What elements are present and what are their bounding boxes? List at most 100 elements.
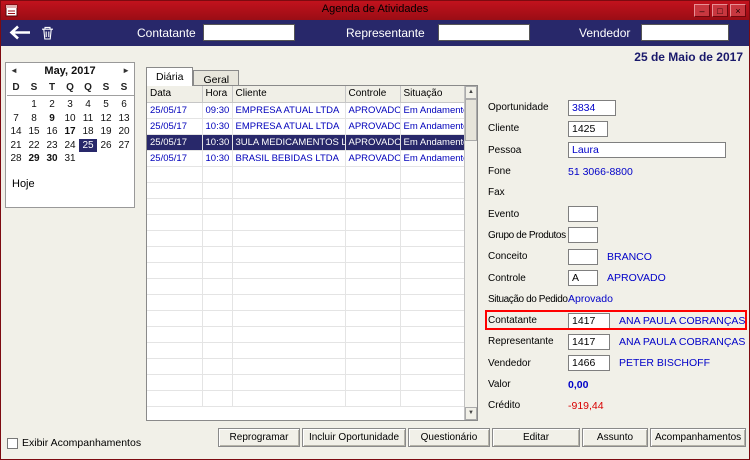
calendar-day-14[interactable]: 14 [7, 125, 25, 139]
cliente-input[interactable]: 1425 [568, 120, 608, 137]
back-icon[interactable] [9, 25, 33, 45]
column-header[interactable]: Cliente [232, 86, 346, 103]
calendar-day-26[interactable]: 26 [97, 139, 115, 153]
titlebar[interactable]: Agenda de Atividades – □ × [1, 1, 749, 20]
calendar-day-12[interactable]: 12 [97, 112, 115, 126]
calendar-day-15[interactable]: 15 [25, 125, 43, 139]
calendar-prev-icon[interactable]: ◄ [10, 66, 18, 75]
maximize-button[interactable]: □ [712, 4, 728, 17]
calendar-grid: 1 2 3 4 5 6 7 8 9 10 11 12 13 14 15 16 17 18 19 20 21 22 23 24 2… [7, 98, 134, 166]
calendar-day-25[interactable]: 25 [79, 138, 97, 152]
calendar-today-link[interactable]: Hoje [12, 178, 134, 190]
cell-empty [345, 230, 401, 247]
column-header[interactable]: Situação [400, 86, 466, 103]
contatante-filter-input[interactable] [203, 24, 295, 41]
calendar-day-24[interactable]: 24 [61, 139, 79, 153]
calendar-day-28[interactable]: 28 [7, 152, 25, 166]
calendar-day-2[interactable]: 2 [43, 98, 61, 112]
calendar-day-1[interactable]: 1 [25, 98, 43, 112]
tab-diaria[interactable]: Diária [146, 67, 194, 86]
cell-empty [147, 310, 203, 327]
calendar-day-8[interactable]: 8 [25, 112, 43, 126]
trash-icon[interactable] [41, 26, 54, 45]
table-row[interactable]: 25/05/1710:303ULA MEDICAMENTOS LTDAAPROV… [147, 134, 466, 151]
calendar-day-7[interactable]: 7 [7, 112, 25, 126]
oportunidade-input[interactable]: 3834 [568, 99, 616, 116]
field-row-cliente: Cliente 1425 [488, 118, 749, 139]
activities-table: Data Hora Cliente Controle Situação 25/05/17… [147, 86, 466, 407]
calendar-day-16[interactable]: 16 [43, 125, 61, 139]
cell-controle: APROVADO [345, 134, 401, 151]
controle-input[interactable]: A [568, 270, 598, 287]
representante-filter-input[interactable] [438, 24, 530, 41]
table-row-empty [147, 310, 466, 327]
calendar-day-29[interactable]: 29 [25, 152, 43, 166]
table-row[interactable]: 25/05/17 10:30 BRASIL BEBIDAS LTDA APROVADO… [147, 150, 466, 167]
tab-geral[interactable]: Geral [193, 70, 240, 86]
pessoa-input[interactable]: Laura [568, 142, 726, 159]
calendar-day-3[interactable]: 3 [61, 98, 79, 112]
field-row-oportunidade: Oportunidade 3834 [488, 97, 749, 118]
cell-empty [232, 214, 346, 231]
calendar-day-21[interactable]: 21 [7, 139, 25, 153]
calendar-day-31[interactable]: 31 [61, 152, 79, 166]
scroll-up-icon[interactable]: ▲ [465, 86, 477, 99]
acompanhamentos-button[interactable]: Acompanhamentos [650, 428, 746, 447]
calendar-day-18[interactable]: 18 [79, 125, 97, 139]
calendar-day-23[interactable]: 23 [43, 139, 61, 153]
scroll-down-icon[interactable]: ▼ [465, 407, 477, 420]
calendar-day-22[interactable]: 22 [25, 139, 43, 153]
evento-input[interactable] [568, 206, 598, 223]
vendedor-input[interactable]: 1466 [568, 355, 610, 372]
exibir-acompanhamentos-checkbox[interactable] [7, 437, 18, 449]
incluir-oportunidade-button[interactable]: Incluir Oportunidade [302, 428, 406, 447]
toolbar: Contatante Representante Vendedor [1, 20, 749, 46]
column-header[interactable]: Data [147, 86, 203, 103]
controle-value: APROVADO [607, 272, 666, 285]
column-header[interactable]: Hora [202, 86, 233, 103]
calendar-day-19[interactable]: 19 [97, 125, 115, 139]
column-header[interactable]: Controle [345, 86, 401, 103]
calendar-day-20[interactable]: 20 [115, 125, 133, 139]
cell-controle: APROVADO [345, 118, 401, 135]
table-row-empty [147, 262, 466, 279]
questionario-button[interactable]: Questionário [408, 428, 490, 447]
calendar-day-6[interactable]: 6 [115, 98, 133, 112]
cell-hora: 10:30 [202, 118, 233, 135]
cell-controle: APROVADO [345, 150, 401, 167]
table-row-empty [147, 198, 466, 215]
calendar-day-9[interactable]: 9 [43, 112, 61, 126]
table-row[interactable]: 25/05/17 10:30 EMPRESA ATUAL LTDA APROVADO E… [147, 118, 466, 135]
field-row-fone: Fone 51 3066-8800 [488, 161, 749, 182]
vendedor-filter-input[interactable] [641, 24, 729, 41]
calendar-day-30[interactable]: 30 [43, 152, 61, 166]
calendar-next-icon[interactable]: ► [122, 66, 130, 75]
calendar-day-blank [97, 152, 115, 166]
cell-empty [232, 326, 346, 343]
cell-cliente: BRASIL BEBIDAS LTDA [232, 150, 346, 167]
conceito-input[interactable] [568, 248, 598, 265]
grupo-de-produtos-input[interactable] [568, 227, 598, 244]
calendar-day-13[interactable]: 13 [115, 112, 133, 126]
calendar-day-10[interactable]: 10 [61, 112, 79, 126]
calendar-day-11[interactable]: 11 [79, 112, 97, 126]
assunto-button[interactable]: Assunto [582, 428, 648, 447]
calendar-day-4[interactable]: 4 [79, 98, 97, 112]
table-scrollbar[interactable]: ▲ ▼ [464, 86, 477, 420]
calendar-day-27[interactable]: 27 [115, 139, 133, 153]
editar-button[interactable]: Editar [492, 428, 580, 447]
cell-empty [345, 278, 401, 295]
calendar-day-17[interactable]: 17 [61, 125, 79, 139]
minimize-button[interactable]: – [694, 4, 710, 17]
contatante-input[interactable]: 1417 [568, 312, 610, 329]
reprogramar-button[interactable]: Reprogramar [218, 428, 300, 447]
field-label-valor: Valor [488, 379, 511, 390]
table-row[interactable]: 25/05/17 09:30 EMPRESA ATUAL LTDA APROVADO E… [147, 102, 466, 119]
close-button[interactable]: × [730, 4, 746, 17]
scrollbar-thumb[interactable] [465, 99, 477, 141]
cell-empty [345, 294, 401, 311]
cell-empty [400, 390, 466, 407]
representante-input[interactable]: 1417 [568, 333, 610, 350]
calendar-day-5[interactable]: 5 [97, 98, 115, 112]
cell-empty [232, 182, 346, 199]
